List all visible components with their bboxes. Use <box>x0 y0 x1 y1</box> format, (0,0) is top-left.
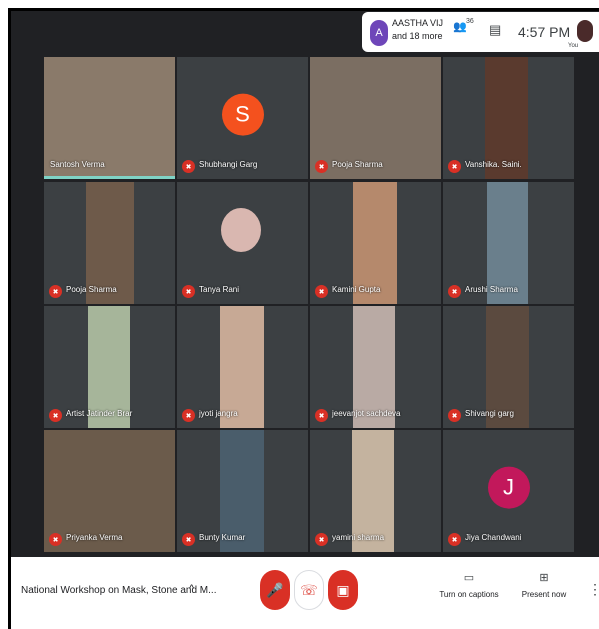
participant-tile[interactable]: ✖ jeevanjot sachdeva <box>310 306 441 428</box>
participant-profile-photo <box>221 208 261 252</box>
chat-icon[interactable]: ▤ <box>489 22 501 38</box>
participant-tile[interactable]: ✖ Priyanka Verma <box>44 430 175 552</box>
present-icon: ⊞ <box>539 572 549 584</box>
muted-mic-icon: ✖ <box>182 285 195 298</box>
people-icon[interactable]: 👥 <box>453 20 467 33</box>
participant-name: Jiya Chandwani <box>465 533 522 542</box>
participant-name: Priyanka Verma <box>66 533 123 542</box>
mic-off-button[interactable]: 🎤 <box>260 570 290 610</box>
participant-tile[interactable]: ✖ Pooja Sharma <box>44 182 175 304</box>
clock: 4:57 PM <box>518 24 571 40</box>
participant-preview[interactable]: AASTHA VIJ and 18 more <box>392 17 443 43</box>
muted-mic-icon: ✖ <box>448 160 461 173</box>
cc-icon: ▭ <box>463 572 475 584</box>
present-label: Present now <box>521 590 567 599</box>
participant-avatar: S <box>221 93 264 136</box>
participant-name: Shivangi garg <box>465 409 514 418</box>
participant-preview-avatar[interactable]: A <box>370 20 388 46</box>
top-info-bar: A AASTHA VIJ and 18 more 👥 36 ▤ 4:57 PM … <box>362 12 599 52</box>
participant-preview-more: and 18 more <box>392 31 443 41</box>
muted-mic-icon: ✖ <box>448 533 461 546</box>
muted-mic-icon: ✖ <box>315 285 328 298</box>
muted-mic-icon: ✖ <box>182 533 195 546</box>
meeting-title[interactable]: National Workshop on Mask, Stone and M..… <box>21 585 216 596</box>
turn-on-captions-button[interactable]: ▭ Turn on captions <box>439 571 499 599</box>
participant-name: Shubhangi Garg <box>199 160 258 169</box>
self-avatar[interactable] <box>577 20 593 42</box>
muted-mic-icon: ✖ <box>49 409 62 422</box>
participant-name: Kamini Gupta <box>332 285 381 294</box>
muted-mic-icon: ✖ <box>49 533 62 546</box>
muted-mic-icon: ✖ <box>448 285 461 298</box>
participant-tile[interactable]: ✖ Shivangi garg <box>443 306 574 428</box>
participant-tile[interactable]: Santosh Verma <box>44 57 175 179</box>
participant-avatar: J <box>487 466 530 509</box>
participant-name: Artist Jatinder Brar <box>66 409 133 418</box>
camera-off-button[interactable]: ▣ <box>328 570 358 610</box>
muted-mic-icon: ✖ <box>315 160 328 173</box>
people-count: 36 <box>466 18 474 25</box>
present-now-button[interactable]: ⊞ Present now <box>519 571 569 599</box>
muted-mic-icon: ✖ <box>315 409 328 422</box>
participant-tile[interactable]: ✖ Artist Jatinder Brar <box>44 306 175 428</box>
participant-tile[interactable]: ✖ Vanshika. Saini. <box>443 57 574 179</box>
meeting-details-caret[interactable]: ^ <box>189 583 194 595</box>
muted-mic-icon: ✖ <box>448 409 461 422</box>
participant-tile[interactable]: ✖ Tanya Rani <box>177 182 308 304</box>
camera-off-icon: ▣ <box>336 581 350 598</box>
participant-name: Bunty Kumar <box>199 533 246 542</box>
participant-preview-name: AASTHA VIJ <box>392 18 444 28</box>
participant-name: Pooja Sharma <box>332 160 383 169</box>
muted-mic-icon: ✖ <box>49 285 62 298</box>
participant-name: jyoti jangra <box>199 409 238 418</box>
participant-tile[interactable]: ✖ Bunty Kumar <box>177 430 308 552</box>
participant-tile[interactable]: ✖ Pooja Sharma <box>310 57 441 179</box>
leave-call-button[interactable]: ☏ <box>294 570 324 610</box>
self-label: You <box>568 43 579 49</box>
more-options-icon[interactable]: ⋮ <box>588 581 599 598</box>
mic-off-icon: 🎤 <box>266 581 284 598</box>
participant-name: Tanya Rani <box>199 285 240 294</box>
hang-up-icon: ☏ <box>300 581 318 598</box>
participant-name: Santosh Verma <box>50 160 105 169</box>
participant-tile[interactable]: ✖ Kamini Gupta <box>310 182 441 304</box>
captions-label: Turn on captions <box>439 590 499 599</box>
participant-name: Pooja Sharma <box>66 285 117 294</box>
participant-tile[interactable]: ✖ jyoti jangra <box>177 306 308 428</box>
muted-mic-icon: ✖ <box>182 409 195 422</box>
participant-name: yamini sharma <box>332 533 385 542</box>
participant-name: Vanshika. Saini. <box>465 160 522 169</box>
participant-tile[interactable]: S ✖ Shubhangi Garg <box>177 57 308 179</box>
muted-mic-icon: ✖ <box>182 160 195 173</box>
participant-name: jeevanjot sachdeva <box>332 409 401 418</box>
muted-mic-icon: ✖ <box>315 533 328 546</box>
participant-tile[interactable]: ✖ yamini sharma <box>310 430 441 552</box>
participant-name: Arushi Sharma <box>465 285 518 294</box>
bottom-control-bar: National Workshop on Mask, Stone and M..… <box>11 557 599 629</box>
participant-tile[interactable]: ✖ Arushi Sharma <box>443 182 574 304</box>
active-speaker-indicator <box>44 176 175 179</box>
participant-tile[interactable]: J ✖ Jiya Chandwani <box>443 430 574 552</box>
